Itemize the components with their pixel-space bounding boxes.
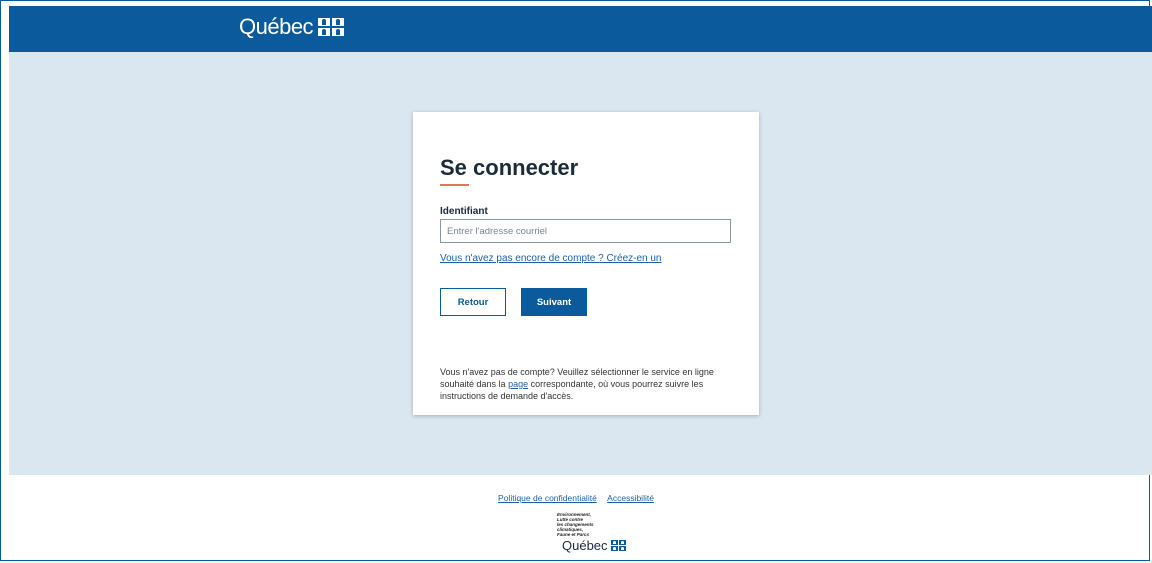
info-page-link[interactable]: page (508, 379, 528, 389)
title-underline (440, 184, 469, 186)
accessibility-link[interactable]: Accessibilité (607, 493, 654, 503)
email-field[interactable] (440, 219, 731, 243)
create-account-link[interactable]: Vous n'avez pas encore de compte ? Créez… (440, 253, 662, 264)
fleur-de-lis-flag-icon (318, 18, 345, 36)
no-account-info: Vous n'avez pas de compte? Veuillez séle… (440, 366, 740, 402)
ministry-name: Environnement, Lutte contre les changeme… (557, 512, 594, 537)
next-button[interactable]: Suivant (521, 288, 587, 316)
quebec-logo[interactable]: Québec (239, 14, 345, 40)
footer-brand: Québec (562, 538, 636, 553)
footer-brand-text: Québec (562, 538, 608, 553)
back-button[interactable]: Retour (440, 288, 506, 316)
brand-text: Québec (239, 14, 314, 39)
login-card: Se connecter Identifiant Vous n'avez pas… (413, 112, 759, 415)
footer-flag-icon (610, 540, 626, 551)
footer-links: Politique de confidentialité Accessibili… (0, 493, 1152, 503)
identifier-label: Identifiant (440, 206, 488, 217)
ministry-logo: Environnement, Lutte contre les changeme… (556, 512, 636, 553)
top-bar: Québec (9, 6, 1152, 52)
privacy-policy-link[interactable]: Politique de confidentialité (498, 493, 597, 503)
page-title: Se connecter (440, 155, 579, 180)
